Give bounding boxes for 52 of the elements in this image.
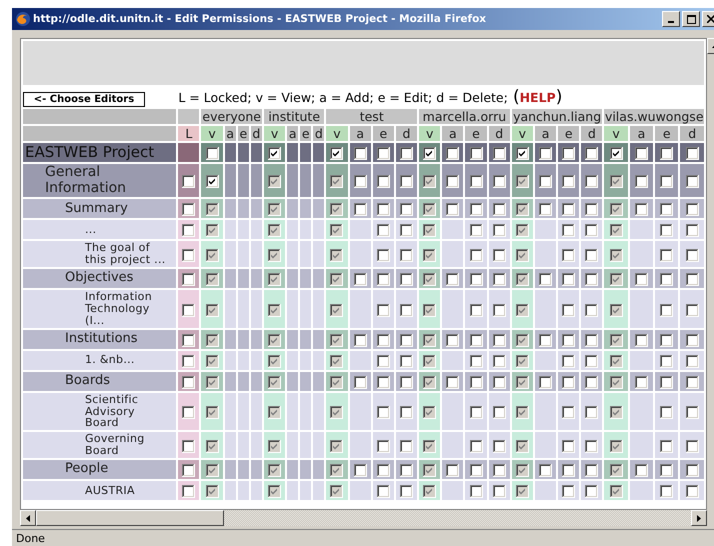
column-header: a — [350, 126, 371, 141]
row-label: Summary — [23, 199, 176, 218]
column-header: d — [581, 126, 602, 141]
legend-text: L = Locked; v = View; a = Add; e = Edit; d = Delete; — [178, 90, 508, 105]
column-header: e — [238, 126, 249, 141]
paren: ( — [512, 87, 520, 107]
user-header: marcella.orru — [419, 109, 510, 124]
column-header: d — [250, 126, 262, 141]
column-header: a — [630, 126, 654, 141]
row-label: EASTWEB Project — [23, 143, 176, 162]
column-header: d — [313, 126, 324, 141]
column-header: a — [442, 126, 464, 141]
column-header: a — [534, 126, 556, 141]
paren: ) — [556, 87, 562, 107]
column-header: e — [372, 126, 394, 141]
choose-editors-button[interactable]: <- Choose Editors — [23, 92, 145, 107]
column-header: d — [488, 126, 510, 141]
column-header: e — [558, 126, 580, 141]
user-header: institute — [264, 109, 324, 124]
column-header: e — [465, 126, 487, 141]
row-label: Objectives — [23, 269, 176, 288]
column-header: v — [201, 126, 223, 141]
column-header: e — [300, 126, 312, 141]
column-header: d — [680, 126, 704, 141]
row-label: Boards — [23, 372, 176, 391]
column-header: L — [178, 126, 200, 141]
user-header: everyone — [201, 109, 262, 124]
row-label: Information Technology (I... — [23, 290, 176, 328]
row-label: General Information — [23, 164, 176, 198]
row-label: People — [23, 460, 176, 480]
row-label: ... — [23, 220, 176, 240]
row-label: 1. &nb... — [23, 350, 176, 370]
status-text: Done — [16, 532, 45, 545]
row-label: Institutions — [23, 330, 176, 349]
user-header: yanchun.liang — [512, 109, 602, 124]
help-link[interactable]: HELP — [520, 90, 556, 105]
column-header: v — [264, 126, 286, 141]
row-label: AUSTRIA — [23, 481, 176, 500]
window-title: http://odle.dit.unitn.it - Edit Permissions - EASTWEB Project - Mozilla Firefox — [33, 13, 488, 25]
column-header: v — [604, 126, 628, 141]
user-header: vilas.wuwongse — [604, 109, 704, 124]
column-header: v — [512, 126, 533, 141]
column-header: a — [224, 126, 236, 141]
column-header: v — [326, 126, 348, 141]
column-header: a — [287, 126, 298, 141]
user-header: test — [326, 109, 418, 124]
column-header: v — [419, 126, 440, 141]
row-label: The goal of this project ... — [23, 241, 176, 268]
column-header: e — [655, 126, 678, 141]
row-label: Governing Board — [23, 432, 176, 458]
column-header: d — [396, 126, 418, 141]
row-label: Scientific Advisory Board — [23, 392, 176, 430]
